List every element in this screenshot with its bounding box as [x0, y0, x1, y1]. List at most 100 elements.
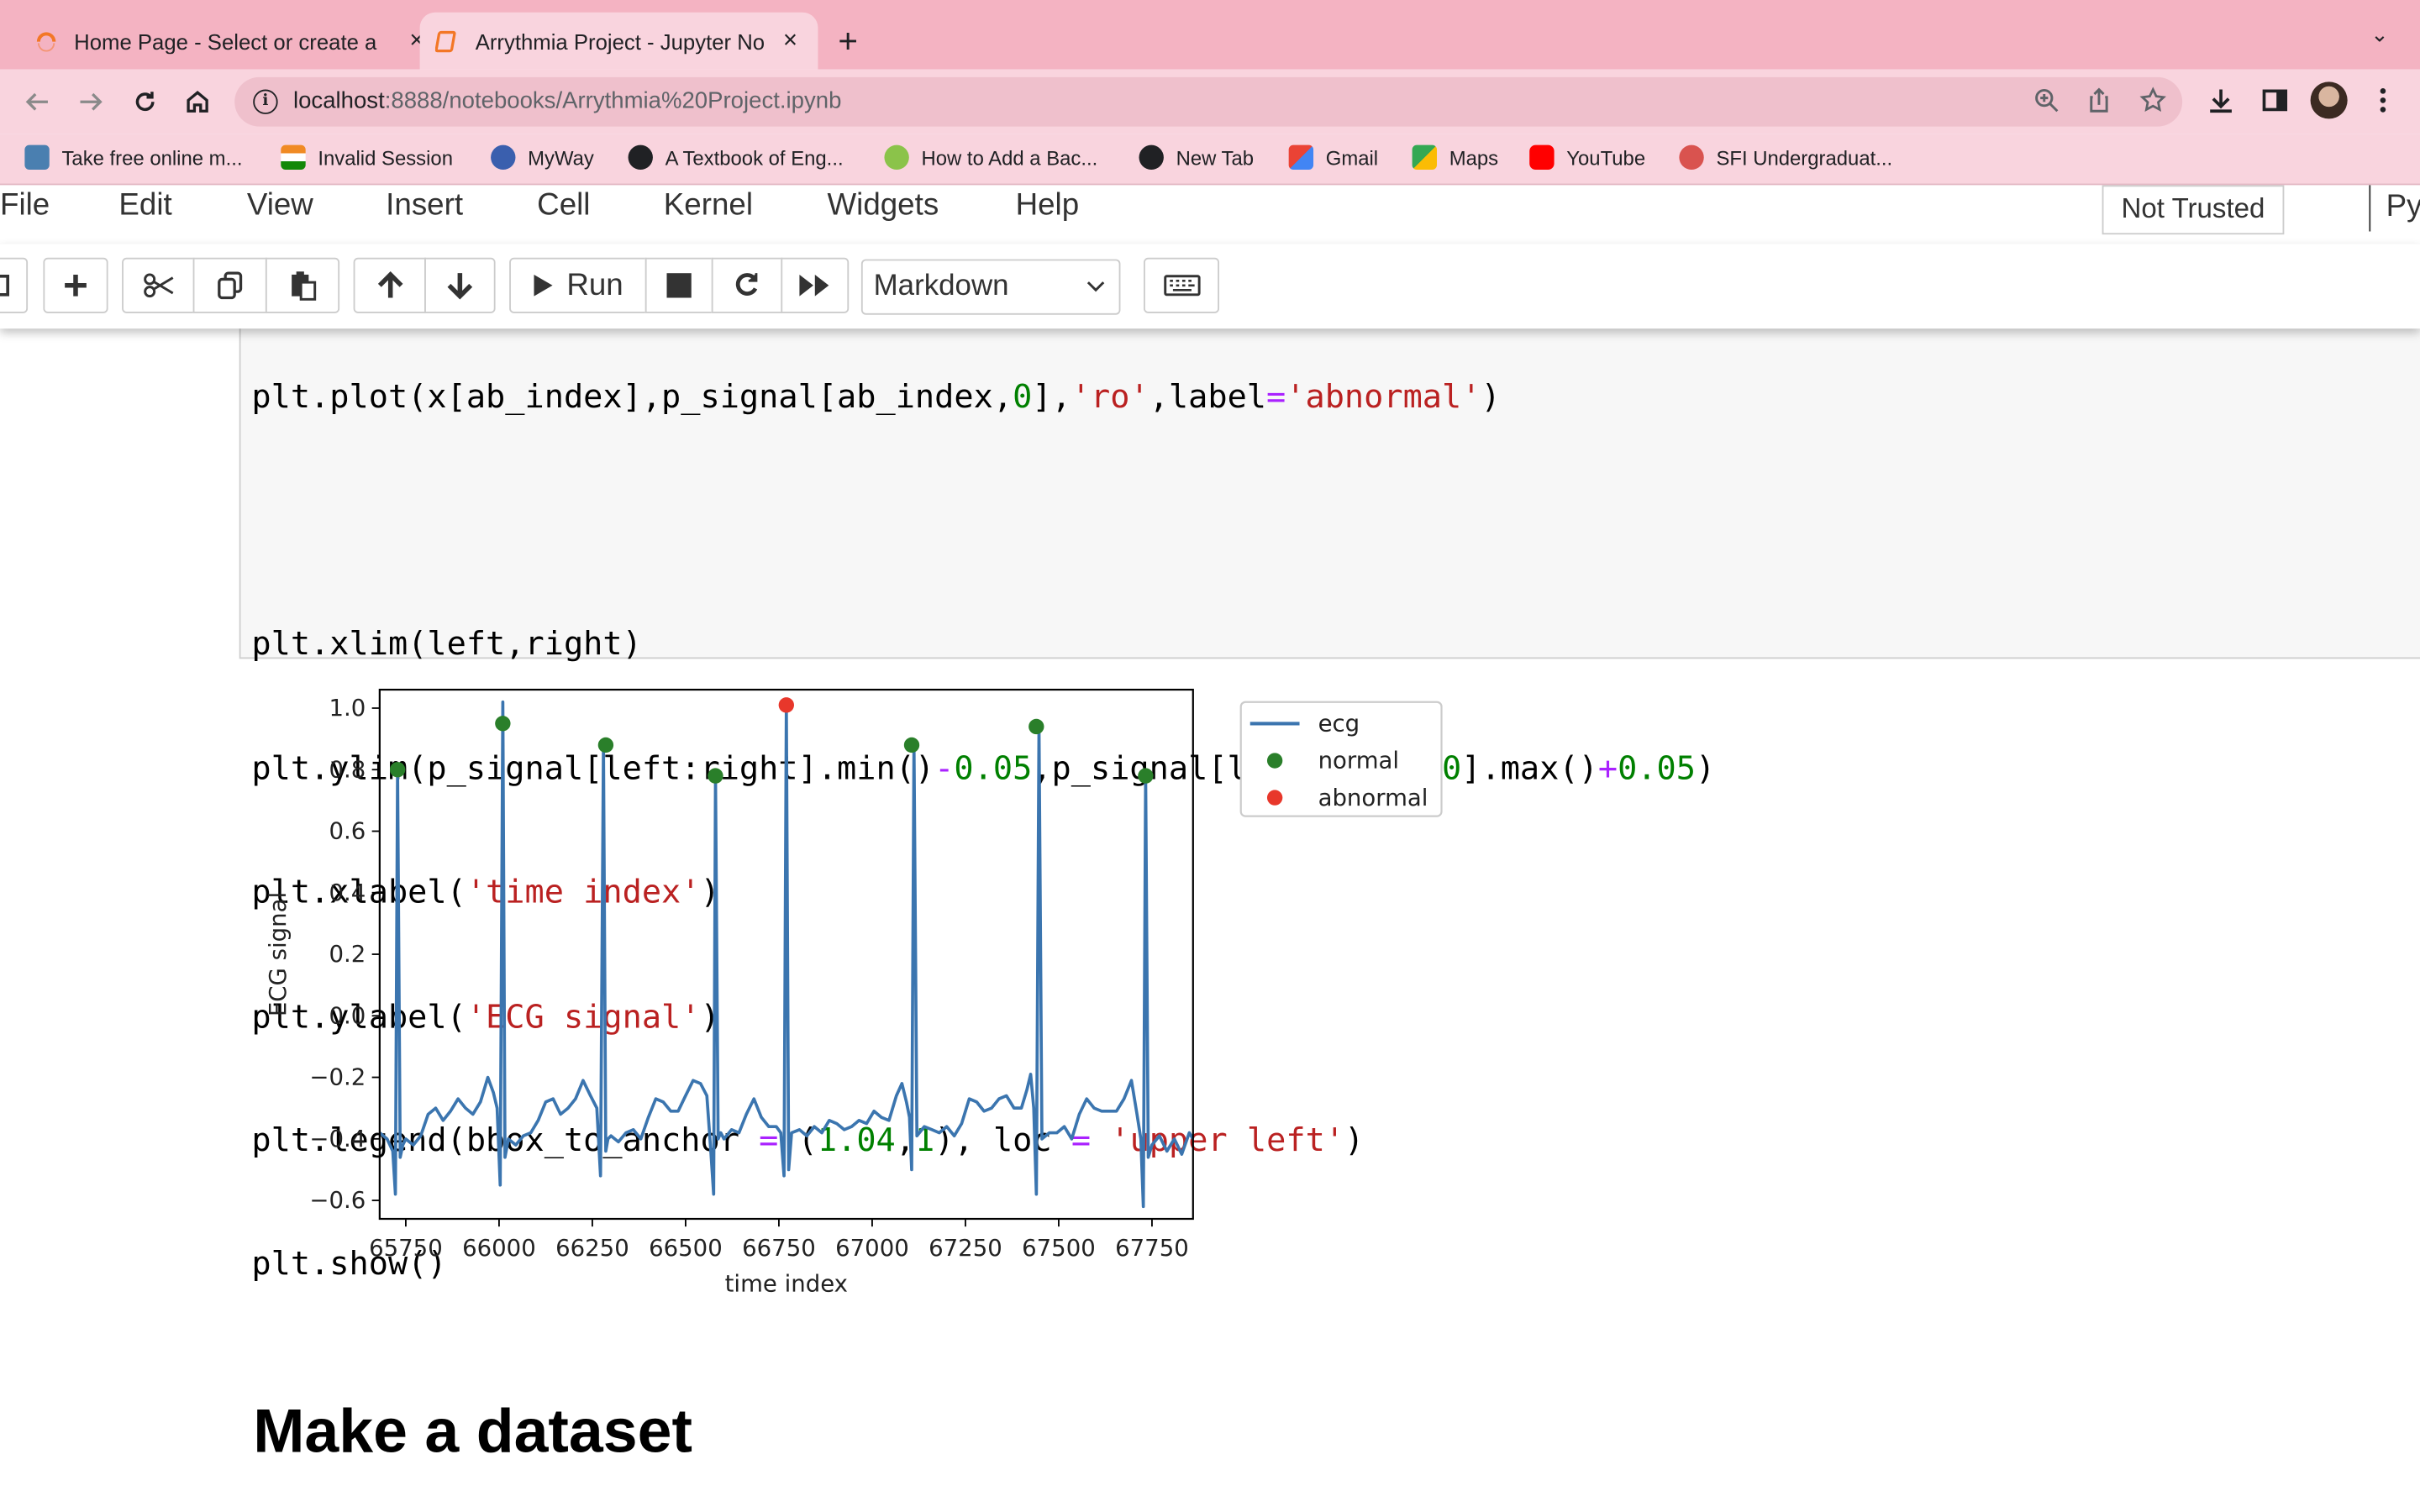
- bookmark-favicon-icon: [24, 144, 50, 171]
- tab-arrythmia-project[interactable]: Arrythmia Project - Jupyter No ×: [419, 12, 818, 70]
- menu-cell[interactable]: Cell: [537, 188, 590, 223]
- restart-run-all-button[interactable]: [781, 257, 850, 313]
- code-cell-input[interactable]: plt.plot(x[ab_index],p_signal[ab_index,0…: [239, 308, 2420, 1283]
- command-palette-button[interactable]: [1144, 257, 1220, 313]
- legend-label-normal: normal: [1318, 748, 1400, 774]
- legend-label-abnormal: abnormal: [1318, 785, 1428, 811]
- bookmark-item[interactable]: Take free online m...: [24, 144, 242, 171]
- menu-edit[interactable]: Edit: [118, 188, 171, 223]
- new-tab-button[interactable]: +: [838, 22, 858, 62]
- cell-type-select[interactable]: Markdown: [860, 259, 1121, 315]
- menu-help[interactable]: Help: [1016, 188, 1080, 223]
- x-tick-label: 67250: [929, 1235, 1002, 1262]
- side-panel-icon[interactable]: [2258, 85, 2291, 118]
- home-button[interactable]: [179, 83, 216, 120]
- close-tab-icon[interactable]: ×: [778, 27, 802, 55]
- paste-button[interactable]: [265, 257, 340, 313]
- home-icon: [187, 91, 208, 113]
- reload-button[interactable]: [127, 83, 164, 120]
- forward-arrow-icon: [80, 92, 103, 111]
- y-tick-label: 0.0: [329, 1002, 366, 1029]
- save-button[interactable]: [0, 257, 29, 313]
- forward-button[interactable]: [72, 83, 109, 120]
- y-tick-label: 0.6: [329, 818, 366, 845]
- maps-icon: [1412, 144, 1437, 171]
- y-tick-label: 0.8: [329, 756, 366, 783]
- bookmark-item[interactable]: MyWay: [491, 144, 594, 171]
- more-menu-icon[interactable]: [2366, 85, 2400, 118]
- screen-root: Home Page - Select or create a × Arrythm…: [0, 0, 2420, 1504]
- normal-point: [495, 716, 511, 732]
- copy-icon: [218, 271, 243, 300]
- site-info-icon[interactable]: i: [253, 89, 278, 114]
- address-bar[interactable]: i localhost:8888/notebooks/Arrythmia%20P…: [234, 76, 2183, 127]
- globe-icon: [1139, 144, 1164, 171]
- browser-toolbar: i localhost:8888/notebooks/Arrythmia%20P…: [0, 69, 2420, 134]
- normal-point: [1028, 718, 1044, 735]
- cell-type-value: Markdown: [873, 270, 1009, 302]
- menu-file[interactable]: File: [0, 188, 50, 223]
- bookmark-item[interactable]: A Textbook of Eng...: [628, 144, 844, 171]
- copy-button[interactable]: [192, 257, 267, 313]
- download-icon[interactable]: [2204, 85, 2238, 118]
- code-line: plt.xlim(left,right): [251, 625, 642, 663]
- menu-insert[interactable]: Insert: [386, 188, 463, 223]
- restart-button[interactable]: [711, 257, 783, 313]
- myway-icon: [491, 144, 516, 171]
- legend-abnormal-swatch: [1266, 790, 1283, 806]
- tab-home-page[interactable]: Home Page - Select or create a ×: [22, 13, 442, 70]
- gmail-icon: [1288, 144, 1314, 171]
- globe-icon: [628, 144, 653, 171]
- browser-tab-strip: Home Page - Select or create a × Arrythm…: [0, 0, 2420, 70]
- menu-widgets[interactable]: Widgets: [827, 188, 939, 223]
- insert-cell-button[interactable]: [43, 257, 108, 313]
- jupyter-loading-icon: [36, 31, 56, 51]
- menu-view[interactable]: View: [247, 188, 313, 223]
- bookmark-item[interactable]: SFI Undergraduat...: [1679, 144, 1892, 171]
- x-tick-label: 67500: [1022, 1235, 1096, 1262]
- bookmark-item[interactable]: How to Add a Bac...: [884, 144, 1097, 171]
- bookmark-item[interactable]: Maps: [1412, 144, 1498, 171]
- legend-label-ecg: ecg: [1318, 711, 1360, 738]
- profile-avatar[interactable]: [2310, 81, 2348, 119]
- interrupt-button[interactable]: [644, 257, 713, 313]
- share-icon[interactable]: [2084, 87, 2115, 118]
- cut-button[interactable]: [122, 257, 195, 313]
- youtube-icon: [1529, 144, 1555, 171]
- arrow-up-icon: [376, 271, 402, 298]
- move-up-button[interactable]: [353, 257, 426, 313]
- bookmark-item[interactable]: Gmail: [1288, 144, 1378, 171]
- zoom-icon[interactable]: [2031, 87, 2062, 118]
- plus-icon: [65, 274, 87, 297]
- notebook-icon: [434, 29, 456, 52]
- jupyter-toolbar: Run Markdown: [0, 244, 2420, 329]
- not-trusted-button[interactable]: Not Trusted: [2102, 185, 2285, 235]
- save-icon: [0, 274, 10, 297]
- bookmark-item[interactable]: Invalid Session: [281, 144, 453, 171]
- run-button[interactable]: Run: [509, 257, 647, 313]
- move-down-button[interactable]: [424, 257, 496, 313]
- bookmark-star-icon[interactable]: [2138, 87, 2169, 118]
- tab-search-chevron-icon[interactable]: ⌄: [2370, 22, 2389, 48]
- tab-title: Arrythmia Project - Jupyter No: [475, 28, 765, 54]
- x-tick-label: 66750: [742, 1235, 816, 1262]
- y-tick-label: 1.0: [329, 695, 366, 722]
- normal-point: [903, 737, 920, 753]
- scissors-icon: [143, 273, 173, 298]
- legend-normal-swatch: [1266, 753, 1283, 769]
- run-label: Run: [566, 267, 623, 302]
- menu-kernel[interactable]: Kernel: [664, 188, 753, 223]
- y-tick-label: −0.6: [309, 1187, 366, 1214]
- url-text[interactable]: localhost:8888/notebooks/Arrythmia%20Pro…: [293, 88, 841, 114]
- tab-title: Home Page - Select or create a: [74, 28, 377, 54]
- y-tick-label: 0.4: [329, 879, 366, 906]
- ecg-chart: 1.0 0.8 0.6 0.4 0.2 0.0 −0.2 −0.4 −0.665750 66000…: [265, 688, 1443, 1297]
- kernel-name: Py: [2369, 185, 2420, 232]
- back-button[interactable]: [18, 83, 55, 120]
- y-tick-label: −0.4: [309, 1126, 366, 1152]
- bookmark-item[interactable]: New Tab: [1139, 144, 1254, 171]
- bookmark-item[interactable]: YouTube: [1529, 144, 1645, 171]
- reload-icon: [135, 92, 155, 112]
- arrow-down-icon: [447, 273, 473, 300]
- x-tick-label: 67000: [835, 1235, 909, 1262]
